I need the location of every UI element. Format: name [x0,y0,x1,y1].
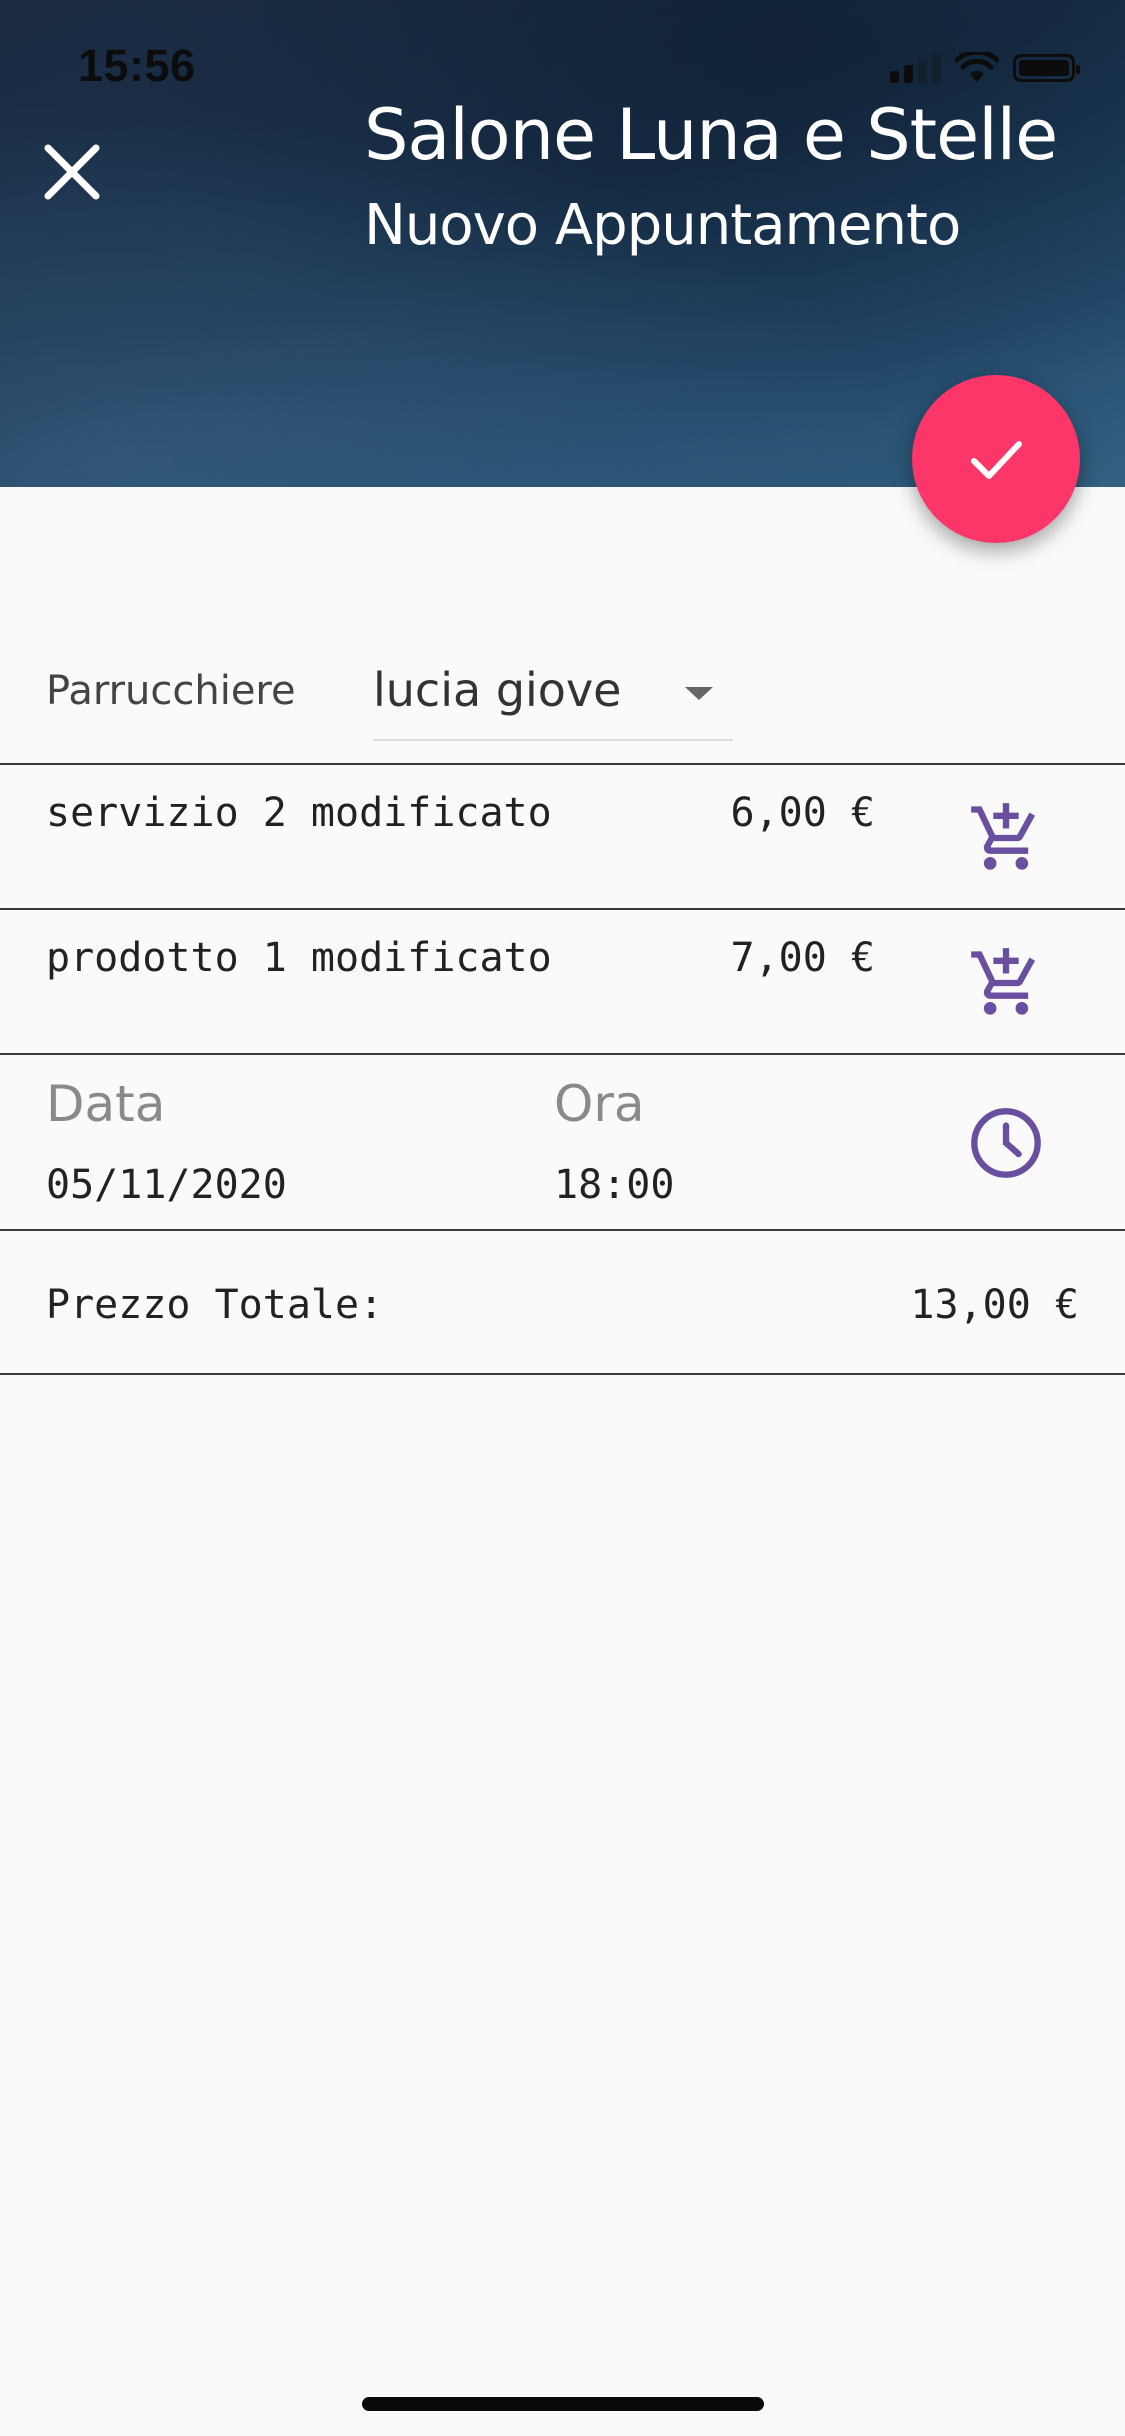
date-value[interactable]: 05/11/2020 [46,1162,287,1208]
total-label: Prezzo Totale: [46,1282,384,1328]
battery-icon [1013,54,1080,82]
divider [0,763,1125,765]
item-price: 6,00 € [730,790,876,836]
item-name: prodotto 1 modificato [46,935,552,981]
hairdresser-label: Parrucchiere [46,668,296,714]
divider [0,908,1125,910]
time-value[interactable]: 18:00 [554,1162,674,1208]
total-value: 13,00 € [910,1282,1079,1328]
divider [0,1373,1125,1375]
confirm-button[interactable] [912,375,1080,543]
status-time: 15:56 [78,40,196,91]
clock-icon[interactable] [968,1105,1044,1181]
time-label: Ora [554,1075,645,1133]
divider [0,1053,1125,1055]
divider [0,1229,1125,1231]
item-name: servizio 2 modificato [46,790,552,836]
close-button[interactable] [40,140,104,204]
wifi-icon [955,52,999,82]
page-title: Salone Luna e Stelle [364,94,1058,176]
caret-down-icon [685,687,713,700]
hairdresser-value: lucia giove [373,663,622,717]
home-indicator [362,2397,764,2411]
close-icon [44,144,100,200]
hairdresser-dropdown[interactable]: lucia giove [373,655,733,741]
check-icon [971,441,1022,479]
cellular-signal-icon [890,53,941,83]
add-shopping-cart-icon[interactable] [968,945,1044,1021]
date-label: Data [46,1075,166,1133]
add-shopping-cart-icon[interactable] [968,800,1044,876]
item-price: 7,00 € [730,935,876,981]
status-icons [890,52,1080,84]
page-subtitle: Nuovo Appuntamento [364,193,961,258]
